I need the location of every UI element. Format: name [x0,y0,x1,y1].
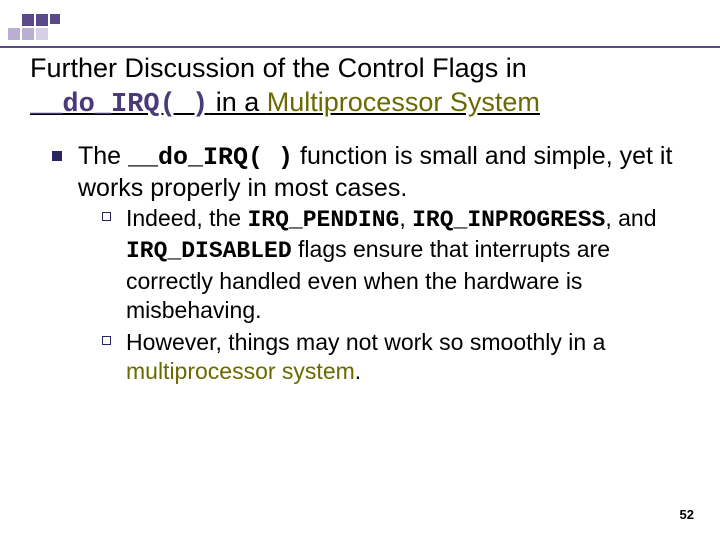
slide-title: Further Discussion of the Control Flags … [30,52,690,123]
sub-bullet-2: However, things may not work so smoothly… [102,328,690,387]
s1c: , and [605,205,656,231]
b1-code: __do_IRQ( ) [128,143,293,172]
s1b: , [399,205,412,231]
sub-bullet-1: Indeed, the IRQ_PENDING, IRQ_INPROGRESS,… [102,204,690,326]
bullet-1: The __do_IRQ( ) function is small and si… [52,141,690,387]
s1a: Indeed, the [126,205,248,231]
s2a: However, things may not work so smoothly… [126,329,605,355]
s2-mp: multiprocessor system [126,358,355,384]
body: The __do_IRQ( ) function is small and si… [30,141,690,387]
b1-prefix: The [78,142,128,170]
title-after-code: in a [208,87,267,117]
sub-list: Indeed, the IRQ_PENDING, IRQ_INPROGRESS,… [78,204,690,387]
s2b: . [355,358,361,384]
s1-flag2: IRQ_INPROGRESS [412,207,605,233]
slide: Further Discussion of the Control Flags … [0,0,720,540]
s1-flag1: IRQ_PENDING [248,207,400,233]
title-mp: Multiprocessor System [267,87,540,117]
slide-number: 52 [680,507,694,522]
title-line1: Further Discussion of the Control Flags … [30,53,527,83]
title-code: __do_IRQ( ) [30,90,208,120]
s1-flag3: IRQ_DISABLED [126,238,292,264]
